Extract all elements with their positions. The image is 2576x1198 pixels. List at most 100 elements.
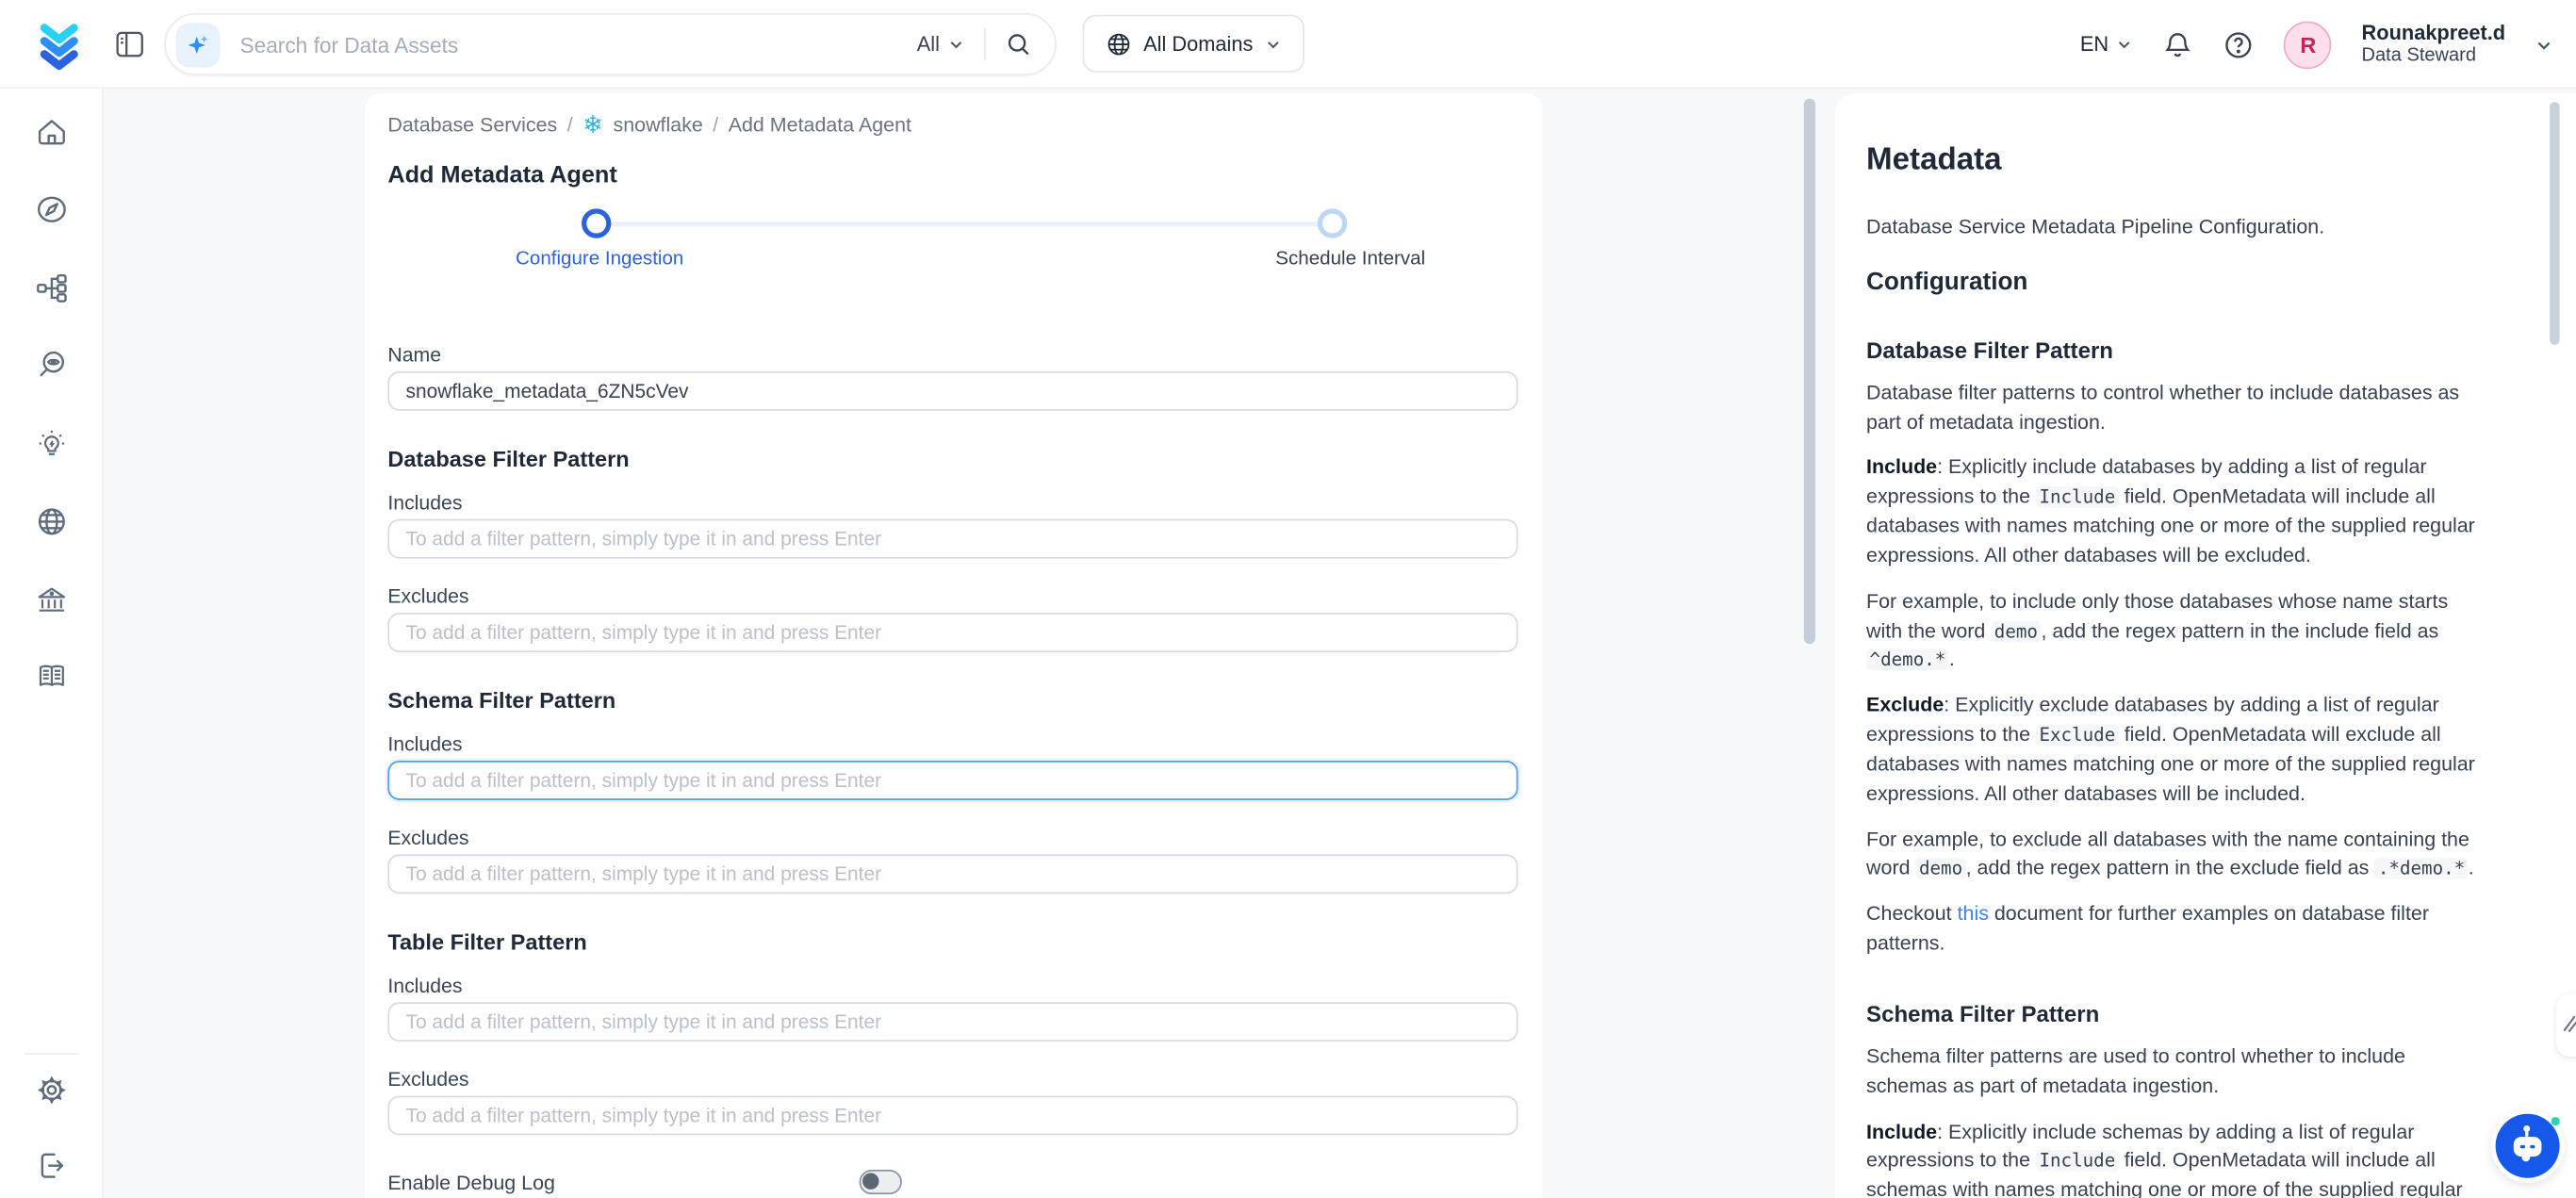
sidebar-divider <box>25 1053 79 1055</box>
gear-icon <box>35 1073 70 1108</box>
lightbulb-icon <box>35 427 70 462</box>
docs-paragraph: Database filter patterns to control whet… <box>1866 379 2484 437</box>
edge-widget-tab[interactable] <box>2556 994 2576 1057</box>
sidebar-toggle-icon[interactable] <box>115 29 144 58</box>
sidebar-item-logout[interactable] <box>35 1148 70 1183</box>
enable-debug-log-row: Enable Debug Log <box>387 1168 1519 1197</box>
step-label-schedule-interval: Schedule Interval <box>1275 246 1425 269</box>
search-icon[interactable] <box>1006 31 1032 57</box>
sidebar-item-settings[interactable] <box>35 1073 70 1108</box>
page-title: Add Metadata Agent <box>387 163 1519 189</box>
search-input[interactable] <box>237 30 917 58</box>
sidebar-item-home[interactable] <box>35 115 70 150</box>
docs-scrollbar-thumb[interactable] <box>2550 102 2559 345</box>
docs-heading: Database Filter Pattern <box>1866 338 2484 363</box>
all-domains-dropdown[interactable]: All Domains <box>1083 15 1304 73</box>
add-metadata-agent-panel: Database Services / ❄ snowflake / Add Me… <box>365 93 1543 1198</box>
user-info[interactable]: Rounakpreet.d Data Steward <box>2362 22 2506 67</box>
compass-icon <box>35 192 70 227</box>
magnifier-eye-icon <box>35 349 70 384</box>
schema-includes-label: Includes <box>387 732 1519 755</box>
docs-paragraph: Exclude: Explicitly exclude databases by… <box>1866 692 2484 809</box>
breadcrumb-database-services[interactable]: Database Services <box>387 113 557 136</box>
sidebar-item-explore[interactable] <box>35 192 70 227</box>
globe-icon <box>1106 30 1132 57</box>
table-excludes-input[interactable] <box>387 1096 1518 1136</box>
top-navbar: All All Domains EN <box>0 0 2576 89</box>
sidebar-item-insights[interactable] <box>35 427 70 462</box>
db-includes-label: Includes <box>387 491 1519 514</box>
database-filter-pattern-heading: Database Filter Pattern <box>387 447 1519 471</box>
name-input[interactable] <box>387 371 1518 411</box>
enable-debug-log-toggle[interactable] <box>860 1170 902 1194</box>
docs-link[interactable]: this <box>1958 902 1989 925</box>
docs-heading: Configuration <box>1866 268 2484 296</box>
schema-filter-pattern-heading: Schema Filter Pattern <box>387 688 1519 713</box>
wizard-stepper <box>387 208 1519 238</box>
chevron-down-icon <box>948 36 964 52</box>
left-nav-sidebar <box>0 89 104 1198</box>
main-scrollbar-thumb[interactable] <box>1804 99 1815 645</box>
sidebar-item-glossary[interactable] <box>35 659 70 694</box>
step-schedule-interval-dot <box>1318 208 1347 238</box>
chat-bot-icon <box>2514 1137 2542 1156</box>
user-avatar[interactable]: R <box>2285 21 2333 69</box>
bot-antenna <box>2526 1128 2529 1137</box>
avatar-initial: R <box>2300 32 2316 57</box>
flow-tree-icon <box>35 271 70 306</box>
schema-excludes-input[interactable] <box>387 854 1518 894</box>
enable-debug-log-label: Enable Debug Log <box>387 1172 555 1194</box>
docs-paragraph: For example, to include only those datab… <box>1866 588 2484 676</box>
table-filter-pattern-heading: Table Filter Pattern <box>387 930 1519 955</box>
notifications-bell-icon[interactable] <box>2163 29 2194 60</box>
schema-includes-input[interactable] <box>387 761 1518 800</box>
table-includes-label: Includes <box>387 975 1519 997</box>
global-search-bar: All <box>164 13 1056 75</box>
docs-content: Metadata Database Service Metadata Pipeli… <box>1866 143 2484 1198</box>
language-label: EN <box>2080 33 2108 56</box>
chat-assistant-button[interactable] <box>2496 1114 2560 1178</box>
app-window: All All Domains EN <box>0 0 2576 1198</box>
chat-status-dot <box>2551 1117 2560 1125</box>
docs-heading: Schema Filter Pattern <box>1866 1002 2484 1026</box>
ai-sparkle-icon[interactable] <box>176 23 221 67</box>
search-scope-dropdown[interactable]: All <box>917 33 964 56</box>
docs-paragraph: Database Service Metadata Pipeline Confi… <box>1866 214 2484 243</box>
breadcrumb-separator: / <box>713 113 718 136</box>
all-domains-label: All Domains <box>1143 32 1253 55</box>
step-configure-ingestion-dot <box>582 208 611 238</box>
docs-paragraph: Schema filter patterns are used to contr… <box>1866 1043 2484 1102</box>
openmetadata-logo-icon[interactable] <box>33 18 86 71</box>
breadcrumb-separator: / <box>567 113 573 136</box>
sidebar-item-domains[interactable] <box>35 504 70 539</box>
docs-paragraph: Include: Explicitly include databases by… <box>1866 454 2484 571</box>
db-includes-input[interactable] <box>387 519 1518 559</box>
table-includes-input[interactable] <box>387 1002 1518 1042</box>
sidebar-item-govern[interactable] <box>35 583 70 618</box>
docs-paragraph: Include: Explicitly include schemas by a… <box>1866 1118 2484 1198</box>
docs-paragraph: For example, to exclude all databases wi… <box>1866 826 2484 884</box>
breadcrumb-snowflake[interactable]: snowflake <box>614 113 703 136</box>
help-icon[interactable] <box>2223 29 2255 60</box>
sidebar-item-data-assets[interactable] <box>35 271 70 306</box>
globe-icon <box>35 504 70 539</box>
step-label-configure-ingestion: Configure Ingestion <box>516 246 683 269</box>
sidebar-item-observability[interactable] <box>35 349 70 384</box>
chevron-down-icon[interactable] <box>2535 35 2552 53</box>
schema-excludes-label: Excludes <box>387 827 1519 849</box>
db-excludes-input[interactable] <box>387 613 1518 652</box>
user-role: Data Steward <box>2362 45 2506 67</box>
divider <box>984 28 986 61</box>
name-label: Name <box>387 343 1519 366</box>
language-selector[interactable]: EN <box>2080 33 2133 56</box>
user-name: Rounakpreet.d <box>2362 22 2506 45</box>
snowflake-icon: ❄ <box>582 112 603 137</box>
chevron-down-icon <box>2117 36 2133 52</box>
breadcrumb-current: Add Metadata Agent <box>729 113 911 136</box>
docs-paragraph: Checkout this document for further examp… <box>1866 901 2484 960</box>
bank-icon <box>35 583 70 618</box>
resize-handle-icon <box>2561 1013 2576 1033</box>
home-icon <box>35 115 70 150</box>
logout-icon <box>35 1148 70 1183</box>
docs-heading: Metadata <box>1866 143 2484 179</box>
